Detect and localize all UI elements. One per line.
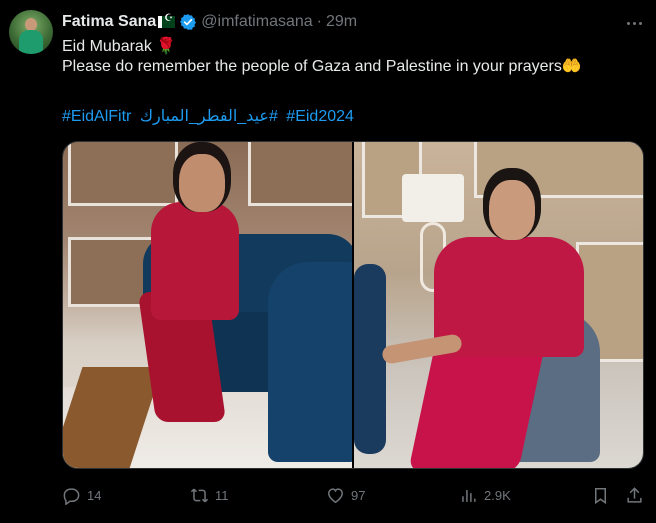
retweet-button[interactable]: 11	[190, 481, 229, 509]
rose-emoji: 🌹	[156, 38, 177, 55]
share-icon	[627, 486, 642, 503]
chair-left	[354, 264, 386, 454]
tweet-line-2: Please do remember the people of Gaza an…	[62, 57, 647, 77]
hashtag-link[interactable]: #EidAlFitr	[62, 108, 131, 125]
praying-hands-emoji: 🤲	[561, 58, 582, 75]
prayer-text: Please do remember the people of Gaza an…	[62, 58, 562, 75]
tweet-timestamp[interactable]: 29m	[326, 13, 357, 31]
wall-panel	[248, 142, 352, 206]
reply-icon	[63, 487, 80, 505]
action-bar: 14 11 97 2.9K	[62, 481, 648, 509]
dot-icon	[632, 21, 636, 25]
greeting-text: Eid Mubarak	[62, 38, 152, 55]
photo-left[interactable]	[63, 142, 352, 468]
person-body	[151, 202, 239, 320]
bookmark-icon	[594, 487, 607, 504]
like-button[interactable]: 97	[326, 481, 365, 509]
tweet-line-1: Eid Mubarak 🌹	[62, 37, 647, 57]
hashtag-link[interactable]: #Eid2024	[286, 108, 354, 125]
photo-right[interactable]	[354, 142, 643, 468]
views-icon	[462, 489, 476, 502]
person-head	[179, 154, 225, 212]
tweet[interactable]: Fatima Sana @imfatimasana · 29m Eid Muba…	[0, 0, 656, 523]
like-count: 97	[351, 487, 366, 503]
avatar-body	[19, 30, 43, 54]
wall-panel	[68, 142, 178, 206]
more-options-icon[interactable]	[624, 13, 644, 33]
tweet-text: Eid Mubarak 🌹 Please do remember the peo…	[62, 37, 647, 77]
reply-button[interactable]: 14	[62, 481, 101, 509]
separator-dot: ·	[316, 13, 322, 30]
dot-icon	[626, 21, 630, 25]
verified-badge-icon[interactable]	[179, 13, 197, 31]
views-count: 2.9K	[484, 487, 511, 503]
heart-icon	[328, 487, 343, 503]
author-handle[interactable]: @imfatimasana	[201, 13, 312, 31]
views-button[interactable]: 2.9K	[459, 481, 511, 509]
author-name[interactable]: Fatima Sana	[62, 13, 156, 31]
tweet-header: Fatima Sana @imfatimasana · 29m	[62, 11, 357, 33]
sofa-arm	[268, 262, 352, 462]
lamp-shade	[402, 174, 464, 222]
retweet-icon	[190, 488, 209, 502]
hashtags: #EidAlFitr #عيد_الفطر_المبارك #Eid2024	[62, 106, 358, 126]
share-button[interactable]	[625, 481, 644, 509]
reply-count: 14	[87, 487, 102, 503]
pakistan-flag-icon	[158, 13, 176, 28]
hashtag-link[interactable]: #عيد_الفطر_المبارك	[140, 108, 278, 125]
retweet-count: 11	[215, 487, 229, 503]
dot-icon	[638, 21, 642, 25]
avatar[interactable]	[9, 10, 53, 54]
person-head	[489, 180, 535, 240]
media-grid	[62, 141, 644, 469]
bookmark-button[interactable]	[591, 481, 610, 509]
